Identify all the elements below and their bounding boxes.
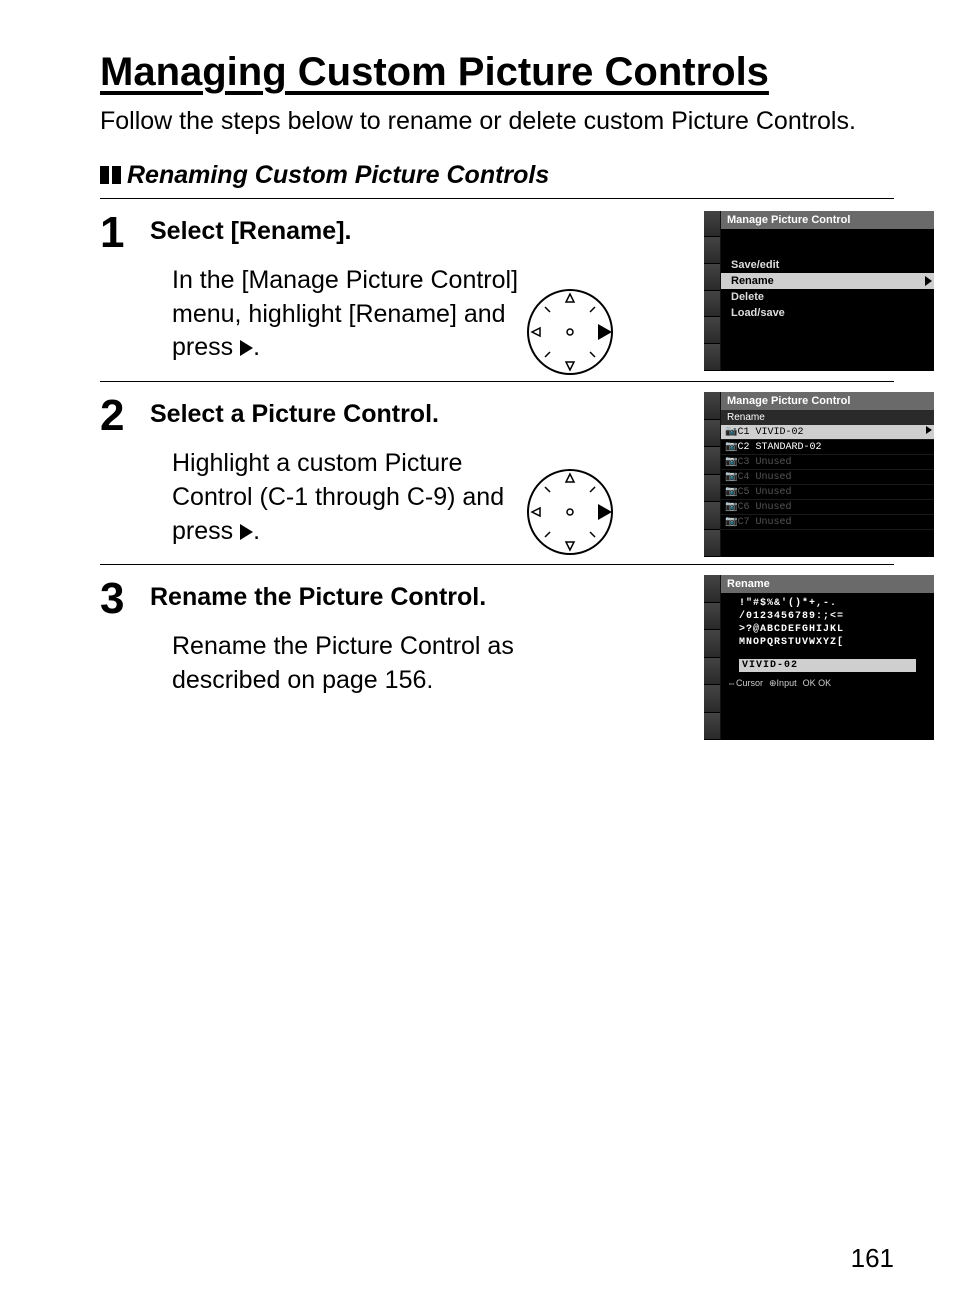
- menu-item[interactable]: Save/edit: [721, 257, 934, 273]
- character-grid[interactable]: !"#$%&'()*+,-. /0123456789:;<= >?@ABCDEF…: [721, 593, 934, 653]
- step-number: 3: [100, 577, 130, 621]
- screen-header: Manage Picture Control: [721, 211, 934, 229]
- right-arrow-icon: [240, 340, 253, 356]
- multi-selector-icon: [520, 462, 620, 562]
- step-1: 1 Select [Rename]. In the [Manage Pictur…: [100, 198, 894, 381]
- menu-item[interactable]: Delete: [721, 289, 934, 305]
- list-item-disabled: 📷C5 Unused: [721, 485, 934, 500]
- intro-text: Follow the steps below to rename or dele…: [100, 105, 894, 139]
- list-item-disabled: 📷C3 Unused: [721, 455, 934, 470]
- menu-item-highlighted[interactable]: Rename: [721, 273, 934, 289]
- list-item[interactable]: 📷C2 STANDARD-02: [721, 440, 934, 455]
- bullet-icon: [100, 166, 121, 184]
- list-item-disabled: 📷C4 Unused: [721, 470, 934, 485]
- screen-subheader: Rename: [721, 410, 934, 425]
- step-number: 2: [100, 394, 130, 438]
- screen-header: Rename: [721, 575, 934, 593]
- step-text: Highlight a custom Picture Control (C-1 …: [150, 447, 530, 548]
- step-number: 1: [100, 211, 130, 255]
- list-item-highlighted[interactable]: 📷C1 VIVID-02: [721, 425, 934, 440]
- step-2: 2 Select a Picture Control. Highlight a …: [100, 381, 894, 564]
- screen-header: Manage Picture Control: [721, 392, 934, 410]
- screen-footer: ⇔Cursor ⊕Input OK OK: [721, 676, 934, 693]
- page-title: Managing Custom Picture Controls: [100, 50, 894, 95]
- camera-screen-2: Manage Picture Control Rename 📷C1 VIVID-…: [704, 392, 934, 557]
- list-item-disabled: 📷C7 Unused: [721, 515, 934, 530]
- step-text: In the [Manage Picture Control] menu, hi…: [150, 264, 530, 365]
- menu-item[interactable]: Load/save: [721, 305, 934, 321]
- step-text: Rename the Picture Control as described …: [150, 630, 600, 698]
- page-number: 161: [851, 1243, 894, 1274]
- section-title: Renaming Custom Picture Controls: [127, 161, 549, 190]
- rename-text-field[interactable]: VIVID-02: [739, 659, 916, 672]
- section-header: Renaming Custom Picture Controls: [100, 161, 894, 190]
- camera-screen-3: Rename !"#$%&'()*+,-. /0123456789:;<= >?…: [704, 575, 934, 740]
- right-arrow-icon: [240, 524, 253, 540]
- step-3: 3 Rename the Picture Control. Rename the…: [100, 564, 894, 714]
- camera-screen-1: Manage Picture Control Save/edit Rename …: [704, 211, 934, 371]
- list-item-disabled: 📷C6 Unused: [721, 500, 934, 515]
- multi-selector-icon: [520, 282, 620, 382]
